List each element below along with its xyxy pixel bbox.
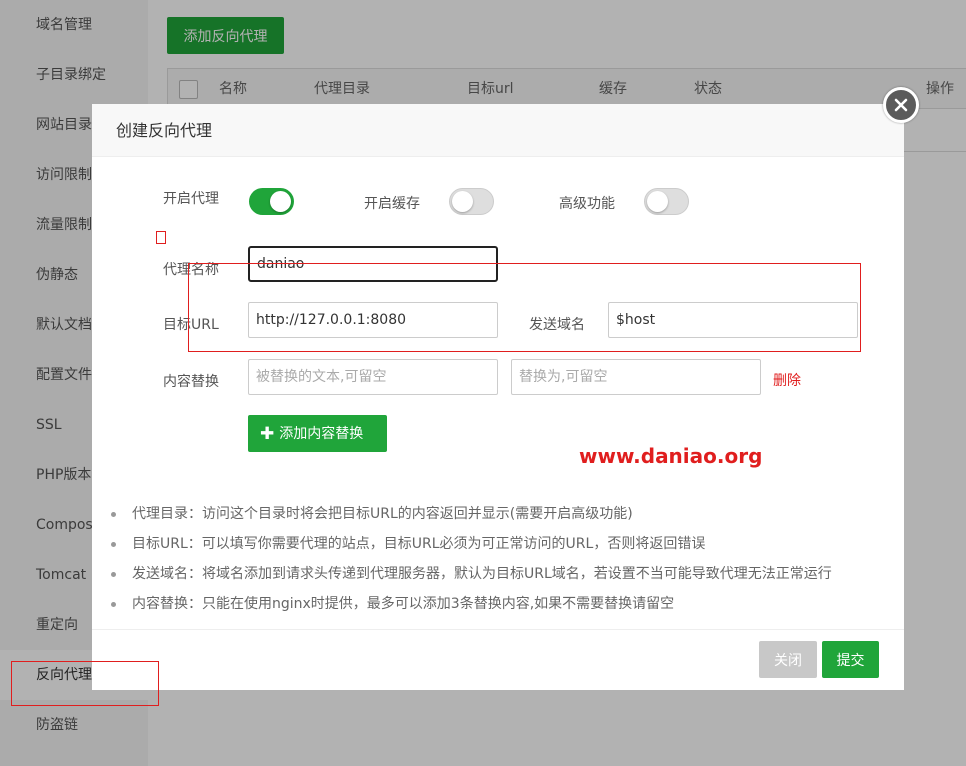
help-tips: 代理目录：访问这个目录时将会把目标URL的内容返回并显示(需要开启高级功能) 目… (108, 499, 898, 619)
tip-target-url: 目标URL：可以填写你需要代理的站点，目标URL必须为可正常访问的URL，否则将… (108, 529, 898, 559)
plus-icon: ✚ (260, 424, 275, 444)
annotation-box-sidebar (11, 661, 159, 706)
replace-to-input[interactable] (511, 359, 761, 395)
dialog-footer: 关闭 提交 (92, 629, 904, 690)
close-dialog-button[interactable]: 关闭 (759, 641, 817, 678)
enable-proxy-toggle[interactable] (249, 188, 294, 215)
enable-proxy-label: 开启代理 (163, 191, 219, 207)
dialog-header: 创建反向代理 (92, 104, 904, 157)
content-replace-label: 内容替换 (163, 374, 219, 390)
toggle-knob (270, 191, 291, 212)
enable-cache-toggle[interactable] (449, 188, 494, 215)
tip-proxy-dir: 代理目录：访问这个目录时将会把目标URL的内容返回并显示(需要开启高级功能) (108, 499, 898, 529)
add-content-replace-label: 添加内容替换 (279, 426, 364, 442)
close-icon (894, 98, 908, 112)
annotation-box-fields (188, 263, 861, 352)
annotation-marker (156, 231, 166, 244)
advanced-label: 高级功能 (559, 196, 615, 212)
toggle-knob (647, 191, 668, 212)
tip-send-domain: 发送域名：将域名添加到请求头传递到代理服务器，默认为目标URL域名，若设置不当可… (108, 559, 898, 589)
dialog-close-button[interactable] (883, 87, 919, 123)
dialog-title: 创建反向代理 (116, 121, 213, 140)
create-reverse-proxy-dialog: 创建反向代理 开启代理 开启缓存 高级功能 代理名称 目标URL 发送域名 内容… (92, 104, 904, 690)
advanced-toggle[interactable] (644, 188, 689, 215)
delete-replace-link[interactable]: 删除 (773, 370, 801, 390)
tip-content-replace: 内容替换：只能在使用nginx时提供，最多可以添加3条替换内容,如果不需要替换请… (108, 589, 898, 619)
add-content-replace-button[interactable]: ✚ 添加内容替换 (248, 415, 387, 452)
submit-button[interactable]: 提交 (822, 641, 879, 678)
watermark: www.daniao.org (579, 444, 763, 468)
enable-cache-label: 开启缓存 (364, 196, 420, 212)
replace-from-input[interactable] (248, 359, 498, 395)
toggle-knob (452, 191, 473, 212)
